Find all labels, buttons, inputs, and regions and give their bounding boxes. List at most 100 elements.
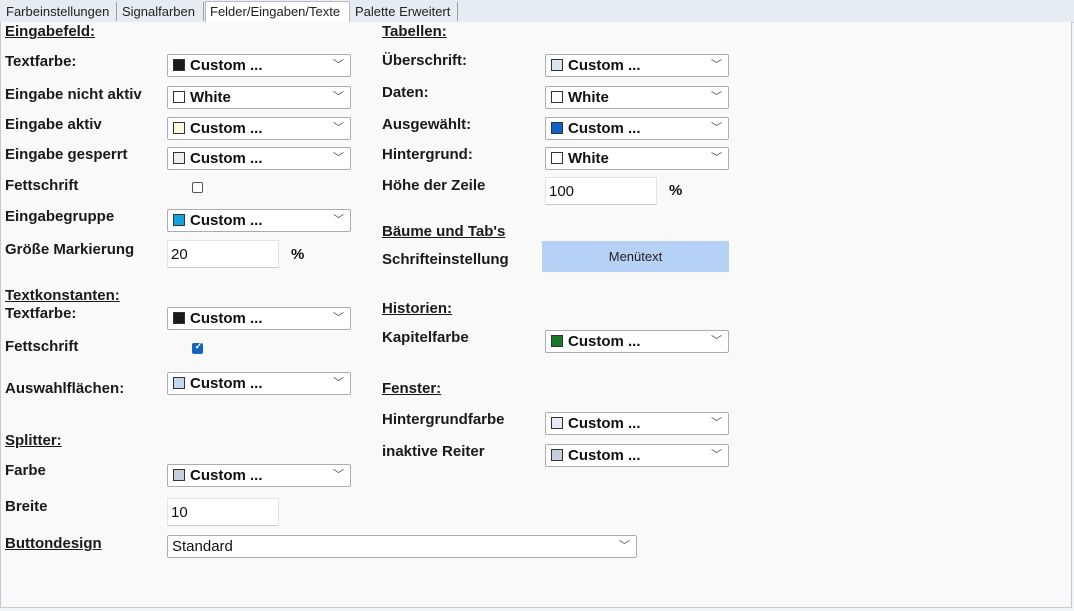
- chevron-down-icon: ﹀: [711, 59, 722, 71]
- color-swatch: [551, 59, 563, 71]
- color-swatch: [551, 122, 563, 134]
- eingabe-gesperrt-dropdown[interactable]: Custom ... ﹀: [167, 147, 351, 170]
- color-swatch: [173, 469, 185, 481]
- dropdown-value: White: [568, 89, 609, 106]
- hoehe-zeile-input[interactable]: 100: [545, 177, 657, 205]
- kapitelfarbe-dropdown[interactable]: Custom ... ﹀: [545, 330, 729, 353]
- tab-farbeinstellungen[interactable]: Farbeinstellungen: [2, 2, 117, 21]
- chevron-down-icon: ﹀: [619, 540, 630, 552]
- inaktive-reiter-dropdown[interactable]: Custom ... ﹀: [545, 444, 729, 467]
- chevron-down-icon: ﹀: [711, 417, 722, 429]
- textkonstanten-header: Textkonstanten:: [5, 287, 120, 304]
- color-swatch: [173, 214, 185, 226]
- hintergrund-dropdown[interactable]: White ﹀: [545, 147, 729, 170]
- chevron-down-icon: ﹀: [333, 91, 344, 103]
- inaktive-reiter-label: inaktive Reiter: [382, 443, 485, 460]
- eingabegruppe-label: Eingabegruppe: [5, 208, 115, 225]
- dropdown-value: Custom ...: [568, 447, 641, 464]
- dropdown-value: Custom ...: [190, 375, 263, 392]
- chevron-down-icon: ﹀: [333, 214, 344, 226]
- ueberschrift-dropdown[interactable]: Custom ... ﹀: [545, 54, 729, 77]
- dropdown-value: Custom ...: [568, 415, 641, 432]
- chevron-down-icon: ﹀: [711, 91, 722, 103]
- dropdown-value: Standard: [172, 538, 233, 555]
- ausgewaehlt-label: Ausgewählt:: [382, 116, 472, 133]
- dropdown-value: Custom ...: [190, 57, 263, 74]
- chevron-down-icon: ﹀: [711, 449, 722, 461]
- color-swatch: [551, 152, 563, 164]
- baeume-header: Bäume und Tab's: [382, 223, 506, 240]
- dropdown-value: Custom ...: [568, 120, 641, 137]
- tab-signalfarben[interactable]: Signalfarben: [118, 2, 204, 21]
- dropdown-value: Custom ...: [190, 310, 263, 327]
- ueberschrift-label: Überschrift:: [382, 52, 468, 69]
- eingabefeld-fettschrift-label: Fettschrift: [5, 177, 79, 194]
- color-swatch: [173, 91, 185, 103]
- input-value: 100: [549, 183, 575, 200]
- buttondesign-dropdown[interactable]: Standard ﹀: [167, 535, 637, 558]
- eingabe-aktiv-dropdown[interactable]: Custom ... ﹀: [167, 117, 351, 140]
- color-swatch: [551, 449, 563, 461]
- splitter-breite-label: Breite: [5, 498, 48, 515]
- splitter-breite-input[interactable]: 10: [167, 498, 279, 526]
- color-swatch: [173, 59, 185, 71]
- dropdown-value: White: [190, 89, 231, 106]
- dropdown-value: Custom ...: [190, 150, 263, 167]
- eingabefeld-fettschrift-checkbox[interactable]: [192, 182, 203, 193]
- ausgewaehlt-dropdown[interactable]: Custom ... ﹀: [545, 117, 729, 140]
- eingabe-nicht-aktiv-dropdown[interactable]: White ﹀: [167, 86, 351, 109]
- input-value: 20: [171, 246, 188, 263]
- tab-felder-eingaben-texte[interactable]: Felder/Eingaben/Texte: [205, 1, 350, 22]
- markierung-unit: %: [291, 246, 305, 263]
- eingabe-gesperrt-label: Eingabe gesperrt: [5, 146, 128, 163]
- textkonstanten-textfarbe-dropdown[interactable]: Custom ... ﹀: [167, 307, 351, 330]
- chevron-down-icon: ﹀: [711, 122, 722, 134]
- textkonstanten-textfarbe-label: Textfarbe:: [5, 305, 77, 322]
- historien-header: Historien:: [382, 300, 453, 317]
- textkonstanten-fettschrift-checkbox[interactable]: ✓: [192, 341, 203, 354]
- color-swatch: [551, 417, 563, 429]
- color-swatch: [173, 152, 185, 164]
- dropdown-value: Custom ...: [190, 120, 263, 137]
- eingabe-aktiv-label: Eingabe aktiv: [5, 116, 102, 133]
- chevron-down-icon: ﹀: [333, 377, 344, 389]
- menuetext-button[interactable]: Menütext: [542, 241, 729, 272]
- dropdown-value: White: [568, 150, 609, 167]
- groesse-markierung-label: Größe Markierung: [5, 241, 135, 258]
- textkonstanten-fettschrift-label: Fettschrift: [5, 338, 79, 355]
- splitter-farbe-dropdown[interactable]: Custom ... ﹀: [167, 464, 351, 487]
- daten-label: Daten:: [382, 84, 429, 101]
- eingabegruppe-dropdown[interactable]: Custom ... ﹀: [167, 209, 351, 232]
- zeile-unit: %: [669, 182, 683, 199]
- splitter-header: Splitter:: [5, 432, 62, 449]
- fenster-header: Fenster:: [382, 380, 442, 397]
- eingabe-nicht-aktiv-label: Eingabe nicht aktiv: [5, 86, 142, 103]
- buttondesign-label: Buttondesign: [5, 535, 102, 552]
- chevron-down-icon: ﹀: [333, 469, 344, 481]
- eingabefeld-textfarbe-dropdown[interactable]: Custom ... ﹀: [167, 54, 351, 77]
- eingabefeld-textfarbe-label: Textfarbe:: [5, 53, 77, 70]
- chevron-down-icon: ﹀: [333, 122, 344, 134]
- tabellen-header: Tabellen:: [382, 23, 447, 40]
- chevron-down-icon: ﹀: [333, 59, 344, 71]
- daten-dropdown[interactable]: White ﹀: [545, 86, 729, 109]
- groesse-markierung-input[interactable]: 20: [167, 240, 279, 268]
- hintergrundfarbe-dropdown[interactable]: Custom ... ﹀: [545, 412, 729, 435]
- auswahlflaechen-label: Auswahlflächen:: [5, 380, 125, 397]
- settings-panel: [0, 22, 1072, 608]
- chevron-down-icon: ﹀: [711, 335, 722, 347]
- eingabefeld-header: Eingabefeld:: [5, 23, 96, 40]
- auswahlflaechen-dropdown[interactable]: Custom ... ﹀: [167, 372, 351, 395]
- color-swatch: [173, 312, 185, 324]
- color-swatch: [551, 91, 563, 103]
- tab-palette-erweitert[interactable]: Palette Erweitert: [351, 2, 458, 21]
- dropdown-value: Custom ...: [568, 57, 641, 74]
- tab-bar: Farbeinstellungen Signalfarben Felder/Ei…: [0, 0, 1074, 23]
- chevron-down-icon: ﹀: [711, 152, 722, 164]
- color-swatch: [173, 377, 185, 389]
- kapitelfarbe-label: Kapitelfarbe: [382, 329, 469, 346]
- color-swatch: [173, 122, 185, 134]
- hintergrundfarbe-label: Hintergrundfarbe: [382, 411, 505, 428]
- dropdown-value: Custom ...: [190, 467, 263, 484]
- hintergrund-label: Hintergrund:: [382, 146, 473, 163]
